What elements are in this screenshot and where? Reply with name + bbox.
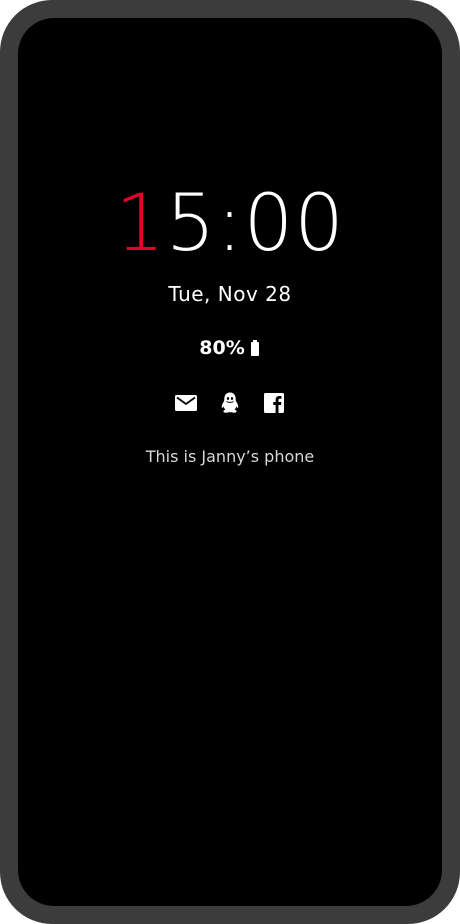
battery-status: 80% (18, 335, 442, 361)
notification-icons (18, 391, 442, 415)
date-label: Tue, Nov 28 (168, 282, 292, 306)
ambient-display-screen[interactable]: 15:00 Tue, Nov 28 80% This is Janny’s ph… (18, 18, 442, 906)
clock-rest: 5:00 (165, 179, 345, 269)
battery-percent: 80% (199, 337, 245, 359)
mail-icon[interactable] (174, 391, 198, 415)
facebook-icon[interactable] (262, 391, 286, 415)
clock-accent-digit: 1 (115, 179, 166, 269)
qq-icon[interactable] (218, 391, 242, 415)
clock: 15:00 (18, 176, 442, 272)
battery-icon (249, 339, 261, 357)
owner-message: This is Janny’s phone (145, 447, 315, 466)
phone-frame: 15:00 Tue, Nov 28 80% This is Janny’s ph… (0, 0, 460, 924)
